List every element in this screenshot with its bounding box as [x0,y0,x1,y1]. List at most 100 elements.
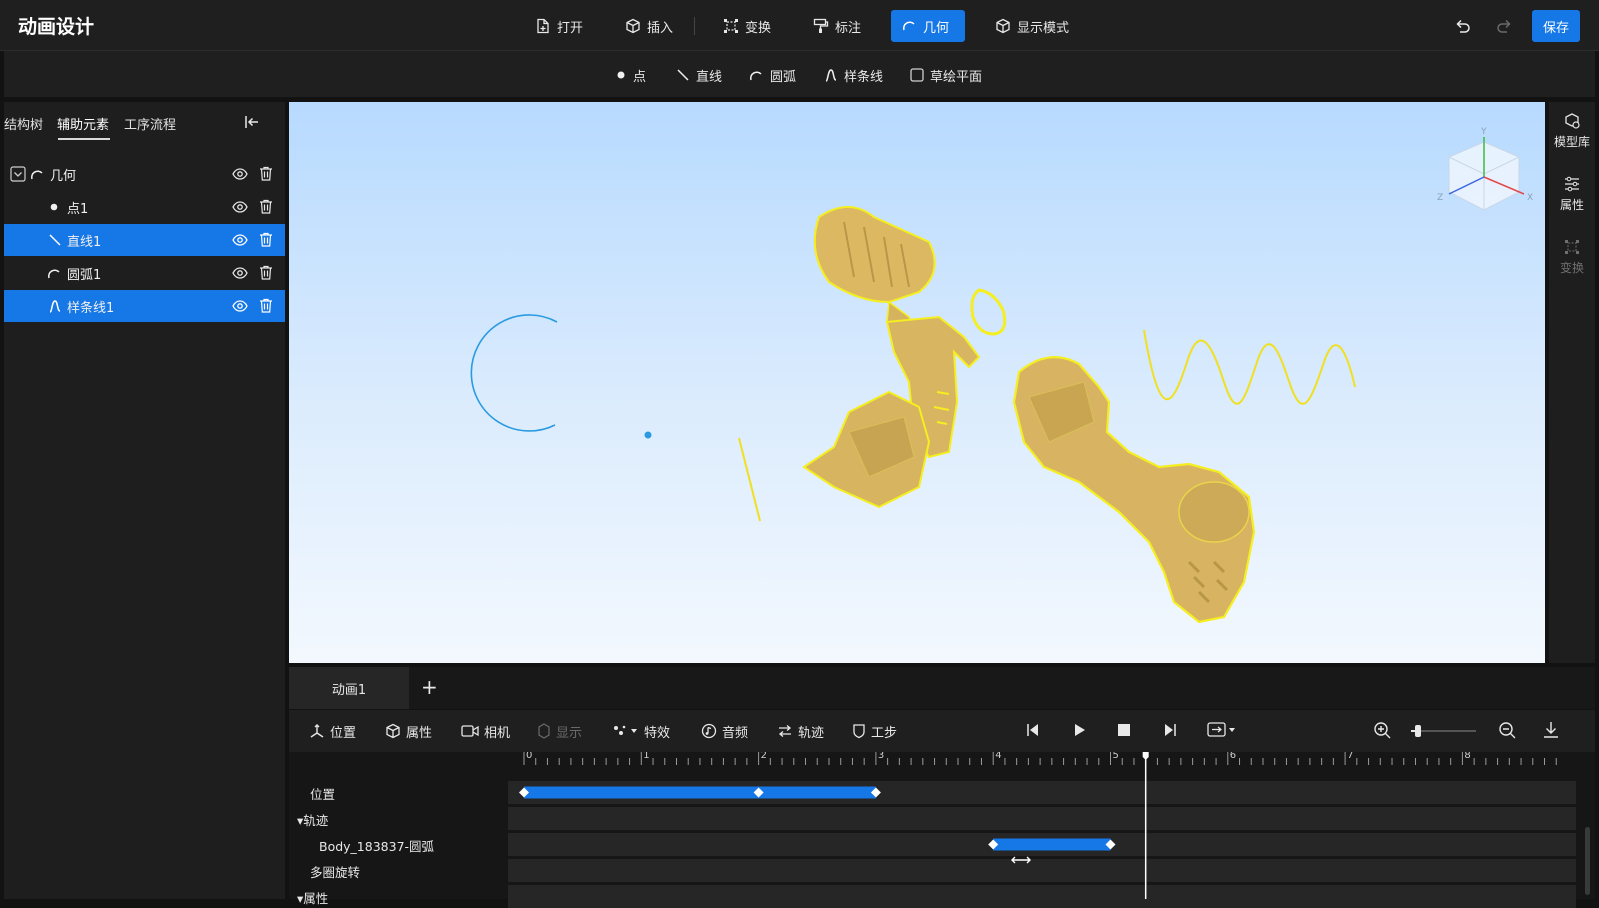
eye-icon[interactable] [232,200,248,214]
line-tool-button[interactable]: 直线 [676,64,722,86]
audio-button[interactable]: 音频 [701,720,748,742]
model-library-icon [1563,112,1581,130]
animation-tabs: 动画1 + [289,667,1595,709]
trash-icon[interactable] [259,265,273,280]
trajectory-button[interactable]: 轨迹 [777,720,824,742]
position-button[interactable]: 位置 [309,720,356,742]
transform-rail-button[interactable]: 变换 [1549,238,1595,276]
annotate-label: 标注 [835,20,862,36]
tree-item-label: 直线1 [67,234,102,250]
timeline-toolbar: 位置 属性 相机 显示 特效 音频 轨迹 工步 [289,710,1595,752]
tab-animation-1[interactable]: 动画1 [289,667,409,709]
transform-button[interactable]: 变换 [713,10,781,42]
sketch-spline [1143,329,1356,405]
camera-button[interactable]: 相机 [461,720,510,742]
ruler-tick-label: 7 [1347,752,1353,761]
active-tab-indicator [58,138,110,140]
axis-z-label: Z [1437,193,1443,203]
timeline-scrollbar[interactable] [1585,827,1590,895]
effects-button[interactable]: 特效 [613,720,670,742]
model-library-button[interactable]: 模型库 [1549,112,1595,150]
arc-icon [46,265,62,281]
collapse-toggle-icon[interactable] [10,166,26,182]
timeline-body: 位置 ▾轨迹 Body_183837-圆弧 多圈旋转 ▾属性 012345678 [289,752,1595,908]
display-mode-icon [995,18,1011,34]
spline-icon [824,67,838,83]
property-label: 属性 [406,725,433,741]
tab-auxiliary-elements[interactable]: 辅助元素 [57,114,109,133]
trash-icon[interactable] [259,298,273,313]
ruler-tick-label: 1 [643,752,649,761]
open-button[interactable]: 打开 [525,10,593,42]
eye-icon[interactable] [232,167,248,181]
tree-item-spline[interactable]: 样条线1 [4,290,285,322]
dot-icon [615,69,627,81]
annotate-brush-icon [813,18,829,34]
zoom-slider-thumb[interactable] [1415,725,1421,737]
ruler-tick-label: 3 [878,752,884,761]
collapse-panel-icon[interactable] [244,114,260,130]
eye-icon[interactable] [232,266,248,280]
point-tool-button[interactable]: 点 [615,64,646,86]
geometry-button[interactable]: 几何 [891,10,965,42]
transform-icon [1563,238,1581,256]
ruler-tick-label: 6 [1230,752,1236,761]
ruler-tick-label: 0 [526,752,532,761]
tree-item-line[interactable]: 直线1 [4,224,285,256]
tab-process-flow[interactable]: 工序流程 [124,114,176,133]
sliders-icon [1563,175,1581,193]
tree-item-geometry[interactable]: 几何 [4,158,285,190]
prev-keyframe-icon[interactable] [1025,722,1041,738]
arc-tool-label: 圆弧 [770,69,797,85]
arc-icon [748,67,764,83]
arc-tool-button[interactable]: 圆弧 [748,64,796,86]
download-icon[interactable] [1543,721,1559,739]
eye-icon[interactable] [232,299,248,313]
trash-icon[interactable] [259,232,273,247]
spline-tool-button[interactable]: 样条线 [824,64,883,86]
next-keyframe-icon[interactable] [1162,722,1178,738]
tree-item-point[interactable]: 点1 [4,191,285,223]
stop-icon[interactable] [1117,723,1131,737]
trash-icon[interactable] [259,166,273,181]
geometry-label: 几何 [923,20,950,36]
properties-button[interactable]: 属性 [1549,175,1595,213]
display-button[interactable]: 显示 [537,720,582,742]
audio-icon [701,723,717,739]
ruler-tick-label: 2 [761,752,767,761]
trash-icon[interactable] [259,199,273,214]
annotate-button[interactable]: 标注 [803,10,871,42]
display-mode-button[interactable]: 显示模式 [985,10,1079,42]
property-button[interactable]: 属性 [385,720,432,742]
sketch-plane-toggle[interactable]: 草绘平面 [910,64,982,86]
point-tool-label: 点 [633,69,647,85]
3d-viewport[interactable]: Y X Z [289,102,1545,663]
step-label: 工步 [871,725,898,741]
step-button[interactable]: 工步 [852,720,897,742]
arc-geometry-icon [901,18,917,34]
insert-button[interactable]: 插入 [615,10,683,42]
eye-icon[interactable] [232,233,248,247]
zoom-out-icon[interactable] [1498,721,1516,739]
tab-structure-tree[interactable]: 结构树 [4,114,43,133]
add-tab-button[interactable]: + [421,675,438,699]
play-icon[interactable] [1071,722,1087,738]
app-title: 动画设计 [18,16,95,38]
tree-item-arc[interactable]: 圆弧1 [4,257,285,289]
playback-speed-dropdown[interactable] [1207,721,1237,739]
undo-icon[interactable] [1454,17,1472,35]
effects-label: 特效 [644,725,671,741]
redo-icon[interactable] [1495,17,1513,35]
save-button[interactable]: 保存 [1532,10,1580,42]
position-axis-icon [309,723,325,739]
tree-item-label: 点1 [67,201,89,217]
zoom-in-icon[interactable] [1373,721,1391,739]
model-part-body [1012,356,1256,624]
spline-icon [48,298,62,314]
arc-icon [29,166,45,182]
tree-item-label: 圆弧1 [67,267,102,283]
ruler-tick-label: 5 [1113,752,1119,761]
sketch-plane-label: 草绘平面 [930,69,983,85]
timeline-ruler[interactable]: 0 1 2 3 4 5 6 7 8 [289,752,1595,899]
keyframe-span-bar [524,786,876,799]
